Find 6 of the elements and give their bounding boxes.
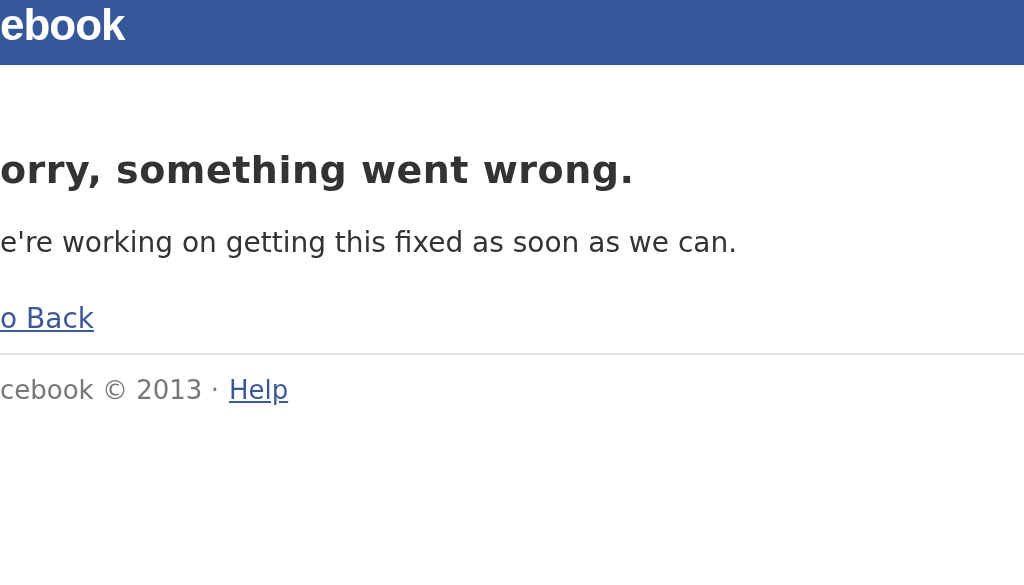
copyright-text: cebook © 2013 · [0, 374, 219, 407]
error-message: e're working on getting this fixed as soon as we can. [0, 225, 739, 261]
error-title: orry, something went wrong. [0, 147, 636, 194]
help-link[interactable]: Help [228, 373, 289, 407]
logo: ebook [0, 0, 125, 50]
go-back-link[interactable]: o Back [0, 301, 94, 337]
